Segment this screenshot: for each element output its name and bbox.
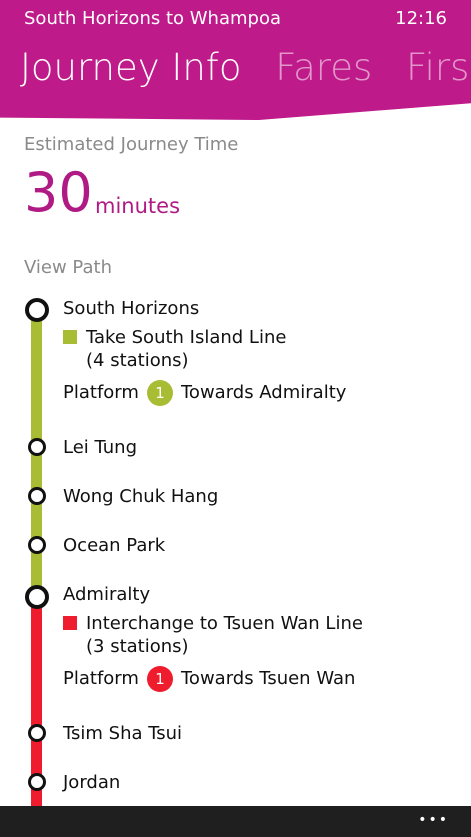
station-jordan[interactable]: Jordan <box>63 772 120 793</box>
tsuen-wan-line-icon <box>63 616 77 630</box>
south-island-line-icon <box>63 330 77 344</box>
platform-number-badge-1: 1 <box>147 380 173 406</box>
station-marker <box>28 724 46 742</box>
station-marker <box>28 438 46 456</box>
more-options-icon[interactable]: ••• <box>418 812 449 828</box>
stations-count-1: (4 stations) <box>86 350 189 371</box>
stations-count-2: (3 stations) <box>86 636 189 657</box>
line-instruction-1: Take South Island Line <box>86 327 287 348</box>
station-tsim-sha-tsui[interactable]: Tsim Sha Tsui <box>63 723 182 744</box>
platform-label-2: Platform <box>63 668 139 689</box>
station-origin[interactable]: South Horizons <box>63 298 199 319</box>
station-interchange[interactable]: Admiralty <box>63 584 150 605</box>
route-path: South Horizons Take South Island Line (4… <box>0 0 471 837</box>
station-ocean-park[interactable]: Ocean Park <box>63 535 165 556</box>
station-wong-chuk-hang[interactable]: Wong Chuk Hang <box>63 486 218 507</box>
towards-2: Towards Tsuen Wan <box>181 668 356 689</box>
station-marker <box>28 487 46 505</box>
station-marker <box>28 773 46 791</box>
station-marker-interchange <box>25 585 49 609</box>
towards-1: Towards Admiralty <box>181 382 347 403</box>
line-instruction-2: Interchange to Tsuen Wan Line <box>86 613 363 634</box>
app-bar: ••• <box>0 806 471 837</box>
platform-label-1: Platform <box>63 382 139 403</box>
station-marker <box>28 536 46 554</box>
station-marker-origin <box>25 298 49 322</box>
station-lei-tung[interactable]: Lei Tung <box>63 437 137 458</box>
platform-number-badge-2: 1 <box>147 666 173 692</box>
